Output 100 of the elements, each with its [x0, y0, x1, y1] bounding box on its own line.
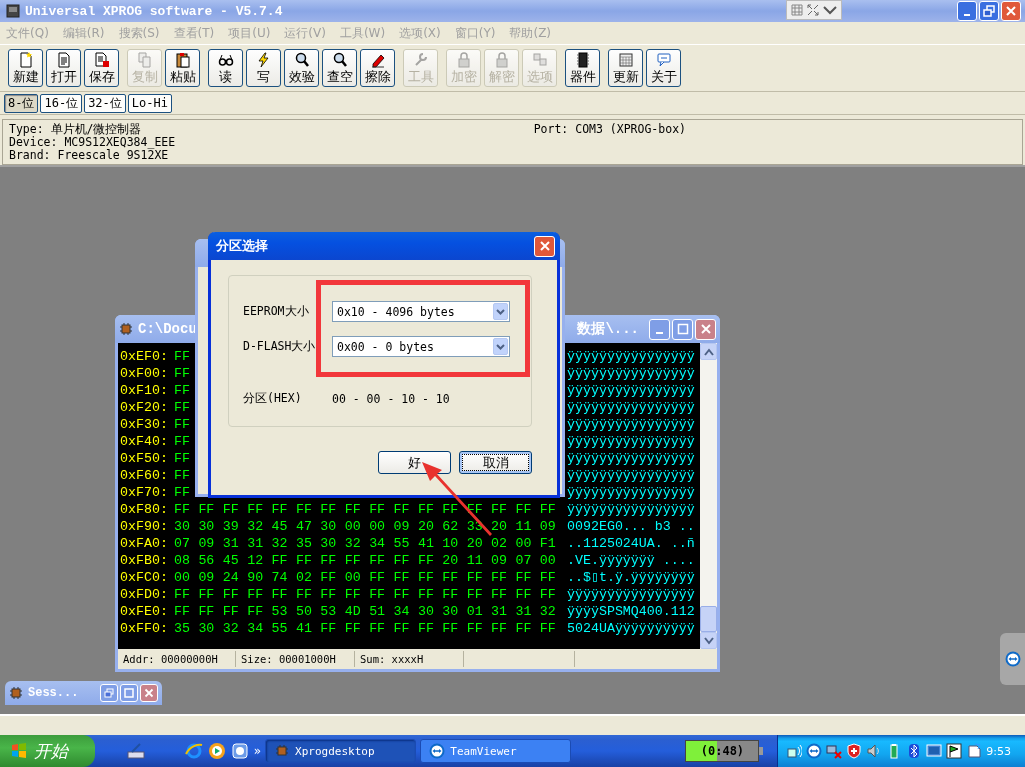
- hex-byte: 56: [198, 552, 216, 569]
- hex-byte: FF: [174, 365, 191, 382]
- more-button[interactable]: »: [253, 744, 262, 758]
- minimize-button[interactable]: [957, 1, 977, 21]
- maximize-button[interactable]: [672, 318, 693, 340]
- hex-byte: FF: [174, 501, 191, 518]
- double-arrow-circle-icon[interactable]: [806, 743, 823, 759]
- hex-byte: FF: [417, 501, 435, 518]
- app-shortcut-icon[interactable]: [230, 742, 249, 760]
- chevron-down-icon[interactable]: [822, 3, 838, 17]
- toolbar-button[interactable]: 擦除: [360, 49, 395, 87]
- hex-byte: FF: [539, 620, 557, 637]
- close-button[interactable]: [140, 684, 158, 702]
- hex-byte: FF: [539, 569, 557, 586]
- magnifier-icon: [331, 52, 348, 68]
- toolbar-button[interactable]: 器件: [565, 49, 600, 87]
- keyboard-pen-icon[interactable]: [126, 743, 145, 759]
- taskbar-button[interactable]: Xprogdesktop: [265, 739, 417, 763]
- monitor-icon[interactable]: [926, 743, 943, 759]
- scrollbar[interactable]: [700, 343, 717, 649]
- hex-byte: FF: [442, 620, 460, 637]
- restore-icon: [104, 688, 114, 698]
- taskbar-button[interactable]: TeamViewer: [420, 739, 572, 763]
- ascii-text: ÿÿÿÿÿÿÿÿÿÿÿÿÿÿÿÿ: [567, 484, 695, 501]
- toolbar-button[interactable]: 新建: [8, 49, 43, 87]
- hex-byte: FF: [344, 501, 362, 518]
- width-button[interactable]: 16-位: [40, 93, 83, 113]
- scroll-up-button[interactable]: [700, 343, 717, 360]
- hex-byte: 20: [442, 552, 460, 569]
- dropdown-button[interactable]: [493, 338, 508, 355]
- hex-byte: FF: [515, 569, 533, 586]
- hex-byte: FF: [174, 433, 191, 450]
- hex-address: 0xFB0:: [120, 552, 169, 569]
- hex-byte: FF: [491, 586, 509, 603]
- hex-byte: FF: [369, 586, 387, 603]
- width-button[interactable]: 32-位: [84, 93, 126, 113]
- side-tab[interactable]: [1000, 633, 1025, 685]
- hex-byte: FF: [393, 569, 411, 586]
- toolbar-button[interactable]: 粘贴: [165, 49, 200, 87]
- dialog-button[interactable]: 取消: [459, 451, 532, 474]
- width-button[interactable]: 8-位: [4, 93, 39, 113]
- toolbar-button[interactable]: 更新: [608, 49, 643, 87]
- hex-byte: 45: [271, 518, 289, 535]
- hex-address: 0xF00:: [120, 365, 169, 382]
- maximize-button[interactable]: [120, 684, 138, 702]
- browser-icon[interactable]: [184, 742, 203, 760]
- media-player-icon[interactable]: [207, 742, 226, 760]
- flag-icon[interactable]: [946, 743, 963, 759]
- toolbar-button[interactable]: 读: [208, 49, 243, 87]
- document-icon: [55, 52, 72, 68]
- toolbar-button[interactable]: 保存: [84, 49, 119, 87]
- close-button[interactable]: [534, 235, 555, 257]
- width-button[interactable]: Lo-Hi: [127, 93, 172, 113]
- wireless-icon[interactable]: [786, 743, 803, 759]
- dropdown-field[interactable]: 0x00 - 0 bytes: [332, 336, 510, 357]
- restore-button[interactable]: [100, 684, 118, 702]
- toolbar-button[interactable]: 写: [246, 49, 281, 87]
- toolbar-button[interactable]: 关于: [646, 49, 681, 87]
- scroll-down-button[interactable]: [700, 632, 717, 649]
- hex-byte: 32: [247, 518, 265, 535]
- hex-byte: FF: [174, 382, 191, 399]
- hex-byte: 31: [491, 603, 509, 620]
- restore-button[interactable]: [979, 1, 999, 21]
- hex-byte: 09: [491, 552, 509, 569]
- toolbar-button[interactable]: 打开: [46, 49, 81, 87]
- hex-byte: FF: [539, 586, 557, 603]
- hex-byte: FF: [539, 501, 557, 518]
- hex-byte: FF: [247, 603, 265, 620]
- dialog-button[interactable]: 好: [378, 451, 451, 474]
- hex-byte: FF: [320, 569, 338, 586]
- dropdown-button[interactable]: [493, 303, 508, 320]
- minimize-button[interactable]: [649, 318, 670, 340]
- hex-byte: 24: [222, 569, 240, 586]
- window-title: Sess...: [28, 686, 80, 700]
- shield-icon[interactable]: [846, 743, 863, 759]
- network-error-icon[interactable]: [826, 743, 843, 759]
- grid-icon[interactable]: [790, 3, 804, 17]
- ascii-text: ÿÿÿÿÿÿÿÿÿÿÿÿÿÿÿÿ: [567, 365, 695, 382]
- hex-byte: FF: [344, 552, 362, 569]
- hex-byte: 51: [369, 603, 387, 620]
- document-icon[interactable]: [966, 743, 983, 759]
- scroll-thumb[interactable]: [700, 606, 717, 632]
- hex-byte: FF: [417, 586, 435, 603]
- ascii-text: ..$▯t.ÿ.ÿÿÿÿÿÿÿÿ: [567, 569, 695, 586]
- hex-byte: FF: [515, 620, 533, 637]
- hex-byte: FF: [515, 586, 533, 603]
- toolbar-button[interactable]: 查空: [322, 49, 357, 87]
- hex-byte: 09: [198, 569, 216, 586]
- toolbar-button[interactable]: 效验: [284, 49, 319, 87]
- hex-address: 0xF10:: [120, 382, 169, 399]
- hex-byte: FF: [369, 569, 387, 586]
- dropdown-field[interactable]: 0x10 - 4096 bytes: [332, 301, 510, 322]
- expand-arrows-icon[interactable]: [806, 3, 820, 17]
- ascii-text: ÿÿÿÿÿÿÿÿÿÿÿÿÿÿÿÿ: [567, 501, 695, 518]
- eraser-icon: [369, 52, 386, 68]
- hex-byte: 01: [466, 603, 484, 620]
- minimize-icon: [964, 13, 970, 16]
- hex-byte: FF: [393, 586, 411, 603]
- close-button[interactable]: [1001, 1, 1021, 21]
- close-button[interactable]: [695, 318, 716, 340]
